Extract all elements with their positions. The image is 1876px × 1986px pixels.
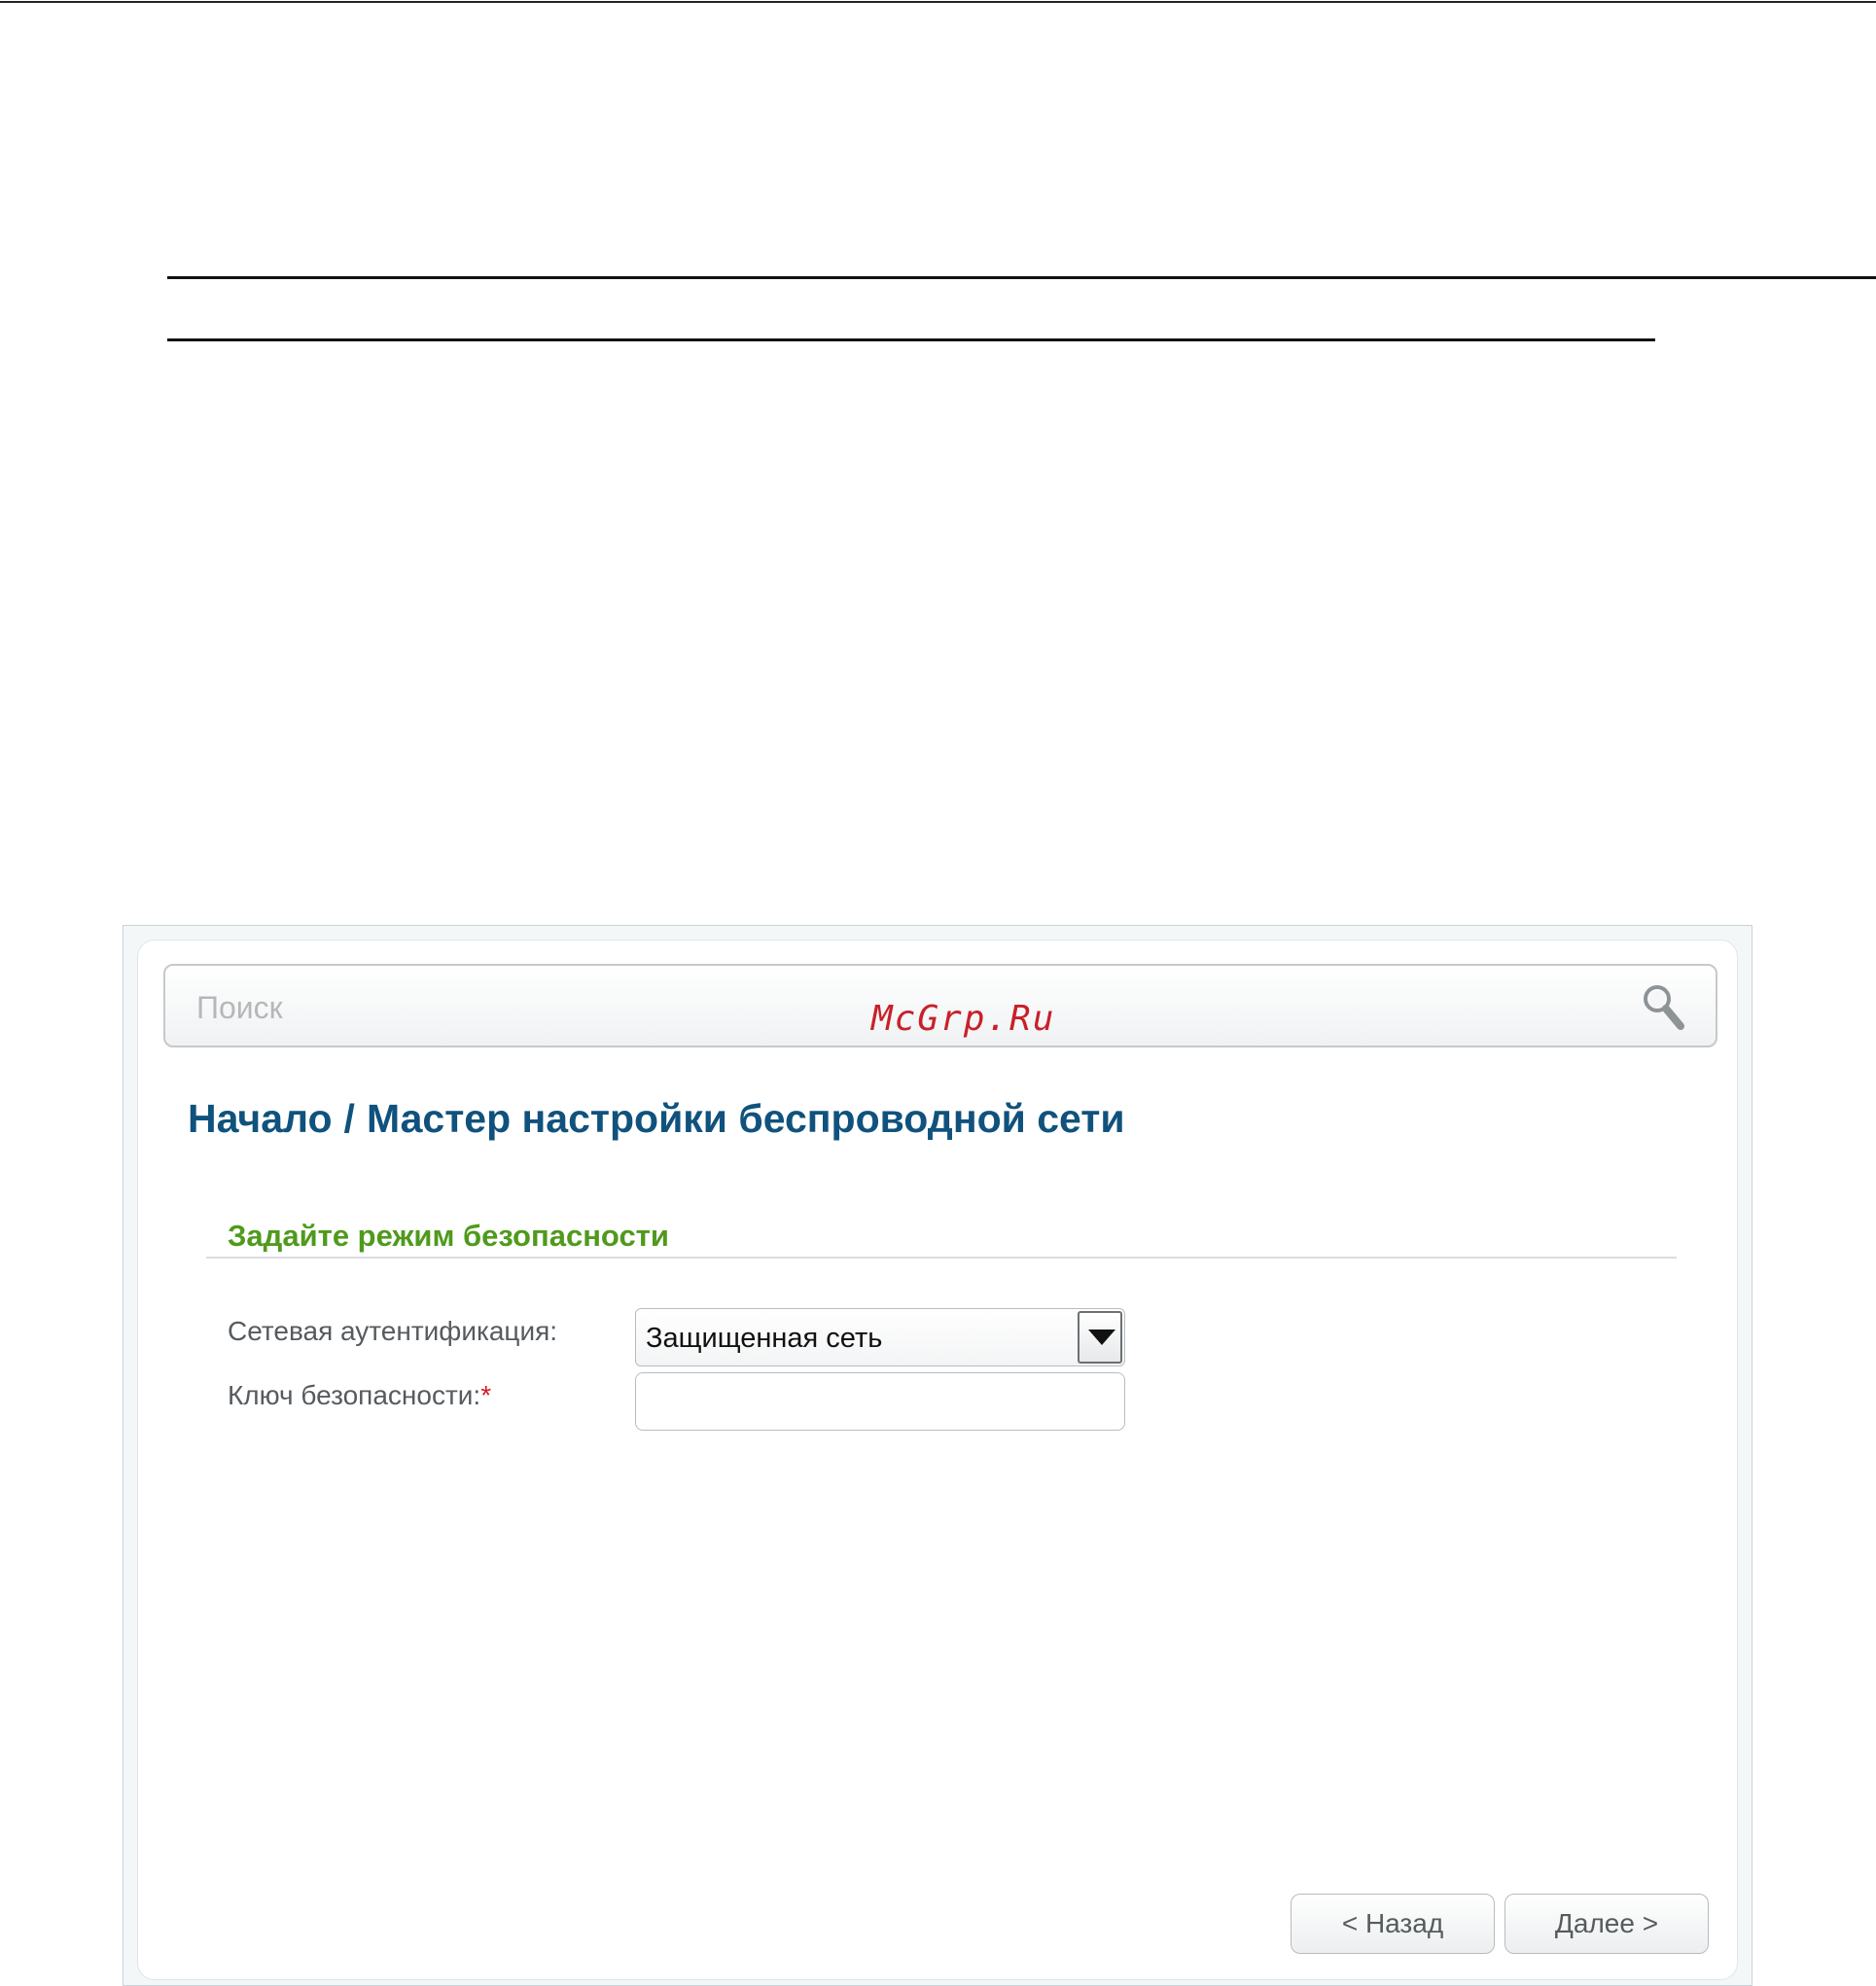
breadcrumb-home[interactable]: Начало bbox=[188, 1096, 333, 1141]
section-divider bbox=[206, 1257, 1677, 1259]
header-rule-upper bbox=[167, 276, 1876, 279]
section-title: Задайте режим безопасности bbox=[228, 1219, 669, 1253]
chevron-down-icon bbox=[1088, 1330, 1115, 1345]
auth-select-dropdown-button[interactable] bbox=[1078, 1311, 1122, 1364]
auth-select-value: Защищенная сеть bbox=[646, 1323, 883, 1354]
auth-label: Сетевая аутентификация: bbox=[228, 1316, 558, 1346]
watermark-text: McGrp.Ru bbox=[871, 999, 1056, 1039]
search-icon[interactable] bbox=[1640, 981, 1688, 1034]
breadcrumb-separator: / bbox=[343, 1096, 355, 1141]
header-rule-lower bbox=[167, 338, 1655, 341]
security-key-label: Ключ безопасности:* bbox=[228, 1380, 491, 1411]
search-bar[interactable]: McGrp.Ru bbox=[163, 964, 1717, 1047]
wizard-panel: McGrp.Ru Начало/Мастер настройки беспров… bbox=[137, 940, 1738, 1980]
auth-select[interactable]: Защищенная сеть bbox=[635, 1308, 1125, 1366]
security-key-input[interactable] bbox=[635, 1372, 1125, 1431]
required-mark: * bbox=[480, 1380, 492, 1410]
next-button[interactable]: Далее > bbox=[1504, 1894, 1709, 1954]
back-button[interactable]: < Назад bbox=[1291, 1894, 1495, 1954]
security-key-label-text: Ключ безопасности: bbox=[228, 1380, 481, 1410]
router-ui-screenshot: McGrp.Ru Начало/Мастер настройки беспров… bbox=[123, 925, 1752, 1986]
breadcrumb-current: Мастер настройки беспроводной сети bbox=[366, 1096, 1125, 1141]
breadcrumb: Начало / Мастер настройки беспроводной сет… bbox=[188, 1096, 1125, 1142]
top-rule bbox=[0, 1, 1876, 3]
